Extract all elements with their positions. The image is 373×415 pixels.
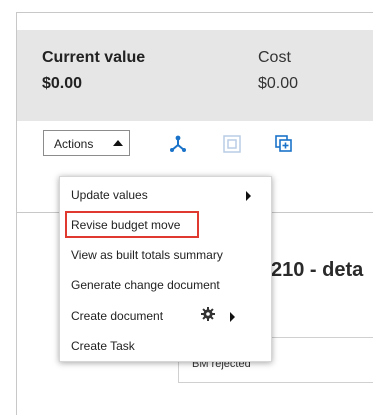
gear-icon (201, 307, 215, 321)
caret-up-icon (113, 140, 123, 146)
menu-item-label: View as built totals summary (71, 248, 223, 262)
add-copy-icon[interactable] (274, 134, 294, 154)
menu-item-create-task[interactable]: Create Task (60, 333, 271, 357)
menu-item-label: Generate change document (71, 278, 220, 292)
summary-panel: Current value $0.00 Cost $0.00 (17, 30, 373, 121)
hierarchy-icon[interactable] (168, 134, 188, 154)
current-value: $0.00 (42, 75, 83, 92)
menu-item-create-document[interactable]: Create document (60, 303, 271, 327)
frame-select-icon[interactable] (222, 134, 242, 154)
menu-item-view-as-built-totals[interactable]: View as built totals summary (60, 242, 271, 266)
menu-item-label: Create document (71, 309, 164, 323)
toolbar: Actions (17, 121, 373, 167)
menu-item-label: Update values (71, 188, 148, 202)
menu-item-update-values[interactable]: Update values (60, 182, 271, 206)
menu-item-label: Revise budget move (71, 218, 181, 232)
menu-item-generate-change-document[interactable]: Generate change document (60, 272, 271, 296)
actions-dropdown-button[interactable]: Actions (43, 130, 130, 156)
cost-value: $0.00 (258, 75, 299, 92)
menu-item-revise-budget-move[interactable]: Revise budget move (60, 212, 271, 236)
cost-label: Cost (258, 49, 291, 66)
menu-item-label: Create Task (71, 339, 135, 353)
chevron-right-icon (246, 191, 251, 201)
actions-menu: Update values Revise budget move View as… (59, 176, 272, 362)
actions-label: Actions (54, 137, 94, 151)
current-value-label: Current value (42, 49, 146, 66)
chevron-right-icon (230, 312, 235, 322)
app-frame: Current value $0.00 Cost $0.00 Actions 2… (16, 12, 373, 415)
detail-title: 210 - deta (271, 259, 364, 281)
